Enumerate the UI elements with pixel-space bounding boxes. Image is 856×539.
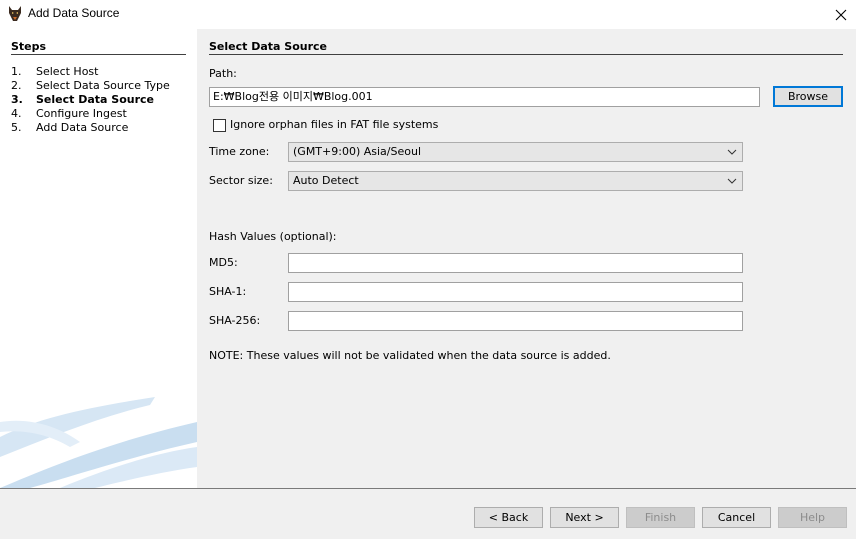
- ignore-orphan-label: Ignore orphan files in FAT file systems: [230, 118, 439, 131]
- help-button[interactable]: Help: [778, 507, 847, 528]
- ignore-orphan-checkbox[interactable]: [213, 119, 226, 132]
- sha256-input[interactable]: [288, 311, 743, 331]
- steps-list: 1. Select Host 2. Select Data Source Type …: [11, 65, 170, 135]
- md5-input[interactable]: [288, 253, 743, 273]
- step-number: 4.: [11, 107, 22, 120]
- path-input[interactable]: E:₩Blog전용 이미지₩Blog.001: [209, 87, 760, 107]
- step-item: 4. Configure Ingest: [11, 107, 170, 121]
- page-title: Select Data Source: [209, 40, 328, 53]
- title-divider: [209, 54, 843, 55]
- step-label: Add Data Source: [36, 121, 129, 134]
- sha256-label: SHA-256:: [209, 314, 261, 327]
- chevron-down-icon: [727, 149, 737, 155]
- browse-button[interactable]: Browse: [773, 86, 843, 107]
- step-item: 5. Add Data Source: [11, 121, 170, 135]
- sha1-input[interactable]: [288, 282, 743, 302]
- back-button[interactable]: < Back: [474, 507, 543, 528]
- footer-bar: < Back Next > Finish Cancel Help: [0, 489, 856, 539]
- chevron-down-icon: [727, 178, 737, 184]
- timezone-value: (GMT+9:00) Asia/Seoul: [293, 145, 421, 158]
- step-label: Select Host: [36, 65, 99, 78]
- title-bar: Add Data Source: [0, 0, 856, 29]
- close-button[interactable]: [826, 0, 856, 29]
- step-label: Select Data Source: [36, 93, 155, 106]
- finish-button[interactable]: Finish: [626, 507, 695, 528]
- step-number: 1.: [11, 65, 22, 78]
- sector-size-label: Sector size:: [209, 174, 273, 187]
- hash-values-header: Hash Values (optional):: [209, 230, 337, 243]
- md5-label: MD5:: [209, 256, 238, 269]
- close-icon: [835, 9, 847, 20]
- step-label: Configure Ingest: [36, 107, 127, 120]
- main-panel: Select Data Source Path: E:₩Blog전용 이미지₩B…: [197, 29, 856, 488]
- step-item: 2. Select Data Source Type: [11, 79, 170, 93]
- cancel-button[interactable]: Cancel: [702, 507, 771, 528]
- autopsy-dog-icon: [9, 6, 21, 21]
- timezone-select[interactable]: (GMT+9:00) Asia/Seoul: [288, 142, 743, 162]
- sector-size-value: Auto Detect: [293, 174, 359, 187]
- steps-header: Steps: [11, 40, 47, 53]
- step-number: 5.: [11, 121, 22, 134]
- timezone-label: Time zone:: [209, 145, 270, 158]
- decorative-swoosh: [0, 397, 197, 488]
- step-number: 3.: [11, 93, 23, 106]
- sector-size-select[interactable]: Auto Detect: [288, 171, 743, 191]
- window-title: Add Data Source: [28, 6, 120, 20]
- step-label: Select Data Source Type: [36, 79, 170, 92]
- step-number: 2.: [11, 79, 22, 92]
- path-label: Path:: [209, 67, 237, 80]
- validation-note: NOTE: These values will not be validated…: [209, 349, 611, 362]
- steps-divider: [11, 54, 186, 55]
- sha1-label: SHA-1:: [209, 285, 247, 298]
- steps-panel: Steps 1. Select Host 2. Select Data Source…: [0, 29, 197, 488]
- step-item: 1. Select Host: [11, 65, 170, 79]
- next-button[interactable]: Next >: [550, 507, 619, 528]
- step-item-active: 3. Select Data Source: [11, 93, 170, 107]
